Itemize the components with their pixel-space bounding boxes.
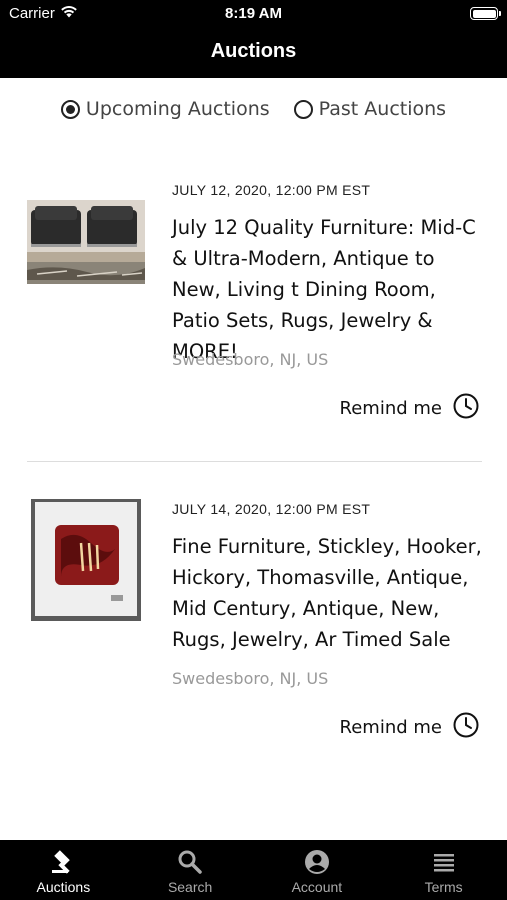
search-icon	[178, 850, 202, 874]
remind-me-label: Remind me	[339, 398, 442, 419]
battery-icon	[470, 7, 501, 20]
tab-search-label: Search	[167, 879, 213, 895]
gavel-icon	[52, 850, 71, 874]
card-divider	[27, 461, 482, 462]
page-title: Auctions	[210, 40, 297, 62]
auction-title[interactable]: July 12 Quality Furniture: Mid-C & Ultra…	[172, 212, 487, 367]
auction-location: Swedesboro, NJ, US	[172, 350, 329, 369]
armchairs-photo-icon	[27, 200, 145, 284]
framed-art-photo-icon	[31, 499, 141, 621]
filter-upcoming[interactable]: Upcoming Auctions	[60, 98, 270, 120]
list-icon	[433, 854, 454, 872]
radio-unselected-icon	[293, 99, 313, 119]
account-icon	[304, 850, 329, 874]
remind-me-label: Remind me	[339, 717, 442, 738]
auction-location: Swedesboro, NJ, US	[172, 669, 329, 688]
tab-account-label: Account	[291, 879, 343, 895]
clock-icon	[452, 392, 480, 425]
tab-auctions-label: Auctions	[36, 879, 91, 895]
filter-past[interactable]: Past Auctions	[293, 98, 447, 120]
radio-selected-icon	[60, 99, 80, 119]
tab-bar: Auctions Search Account Terms	[0, 840, 507, 900]
auction-date: JULY 12, 2020, 12:00 PM EST	[172, 182, 371, 198]
filter-upcoming-label: Upcoming Auctions	[85, 98, 270, 120]
tab-terms-label: Terms	[424, 879, 463, 895]
top-bar: Carrier 8:19 AM Auctions	[0, 0, 507, 78]
filter-past-label: Past Auctions	[318, 98, 447, 120]
remind-me-button[interactable]: Remind me	[340, 711, 480, 744]
auction-thumbnail[interactable]	[31, 499, 141, 621]
tab-account[interactable]: Account	[254, 840, 381, 900]
status-bar: Carrier 8:19 AM	[0, 0, 507, 30]
tab-terms[interactable]: Terms	[380, 840, 507, 900]
auction-date: JULY 14, 2020, 12:00 PM EST	[172, 501, 371, 517]
auction-title[interactable]: Fine Furniture, Stickley, Hooker, Hickor…	[172, 531, 487, 655]
remind-me-button[interactable]: Remind me	[340, 392, 480, 425]
clock-icon	[452, 711, 480, 744]
tab-search[interactable]: Search	[127, 840, 254, 900]
auction-thumbnail[interactable]	[27, 200, 145, 284]
auction-filter: Upcoming Auctions Past Auctions	[0, 98, 507, 120]
status-time: 8:19 AM	[225, 5, 282, 22]
tab-auctions[interactable]: Auctions	[0, 840, 127, 900]
